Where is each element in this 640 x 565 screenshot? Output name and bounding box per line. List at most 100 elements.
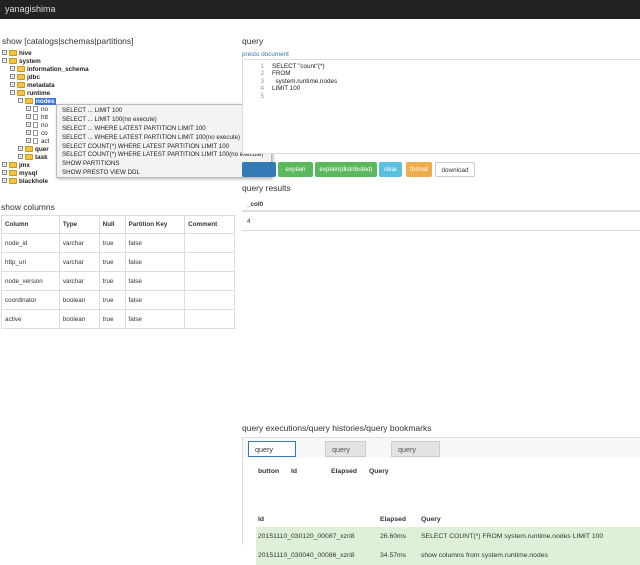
clear-button[interactable]: clear xyxy=(379,162,402,177)
table-row: active boolean true false xyxy=(1,309,235,329)
code-line[interactable]: FROM xyxy=(272,70,337,77)
tree-title: show [catalogs|schemas|partitions] xyxy=(2,36,134,46)
columns-table: Column Type Null Partition Key Comment node_… xyxy=(1,215,235,329)
tab-query-histories[interactable]: query histories xyxy=(325,441,366,470)
table-row: coordinator boolean true false xyxy=(1,290,235,310)
results-row: 4 xyxy=(242,212,640,231)
explain-distributed-button[interactable]: explain(distributed) xyxy=(315,162,377,177)
context-menu-item[interactable]: SELECT ... WHERE LATEST PARTITION LIMIT … xyxy=(57,134,271,143)
bookmark-header-button: button xyxy=(258,468,280,475)
context-menu-item[interactable]: SELECT ... LIMIT 100(no execute) xyxy=(57,116,271,125)
bookmark-header-id: Id xyxy=(291,468,298,475)
expand-icon[interactable]: + xyxy=(18,154,23,159)
table-cell: coordinator xyxy=(1,290,60,310)
expand-icon[interactable]: + xyxy=(26,130,31,135)
collapse-icon[interactable]: − xyxy=(18,98,23,103)
expand-icon[interactable]: + xyxy=(18,146,23,151)
history-title: query executions/query histories/query b… xyxy=(242,423,432,433)
folder-icon xyxy=(9,170,17,176)
tab-query-executions[interactable]: query executions xyxy=(248,441,297,470)
expand-icon[interactable]: + xyxy=(10,74,15,79)
expand-icon[interactable]: + xyxy=(2,178,7,183)
query-editor[interactable]: 12345 SELECT "count"(*) FROM system.runti… xyxy=(242,59,640,154)
tree-node[interactable]: + information_schema xyxy=(2,66,232,74)
table-cell: active xyxy=(1,309,60,329)
tree-node-label[interactable]: nodes xyxy=(35,98,56,105)
exec-elapsed: 26.60ms xyxy=(380,533,407,540)
table-row[interactable]: 20151110_030040_00086_xzri8 34.57ms show… xyxy=(256,546,640,565)
app-title[interactable]: yanagishima xyxy=(5,4,56,14)
navbar: yanagishima xyxy=(0,0,640,19)
tree-node-label[interactable]: runtime xyxy=(27,90,50,97)
table-cell: true xyxy=(98,233,126,253)
format-button[interactable]: format xyxy=(406,162,432,177)
code-line[interactable]: system.runtime.nodes xyxy=(272,78,337,85)
tree-node-label[interactable]: jmx xyxy=(19,162,30,169)
presto-document-link[interactable]: presto document xyxy=(242,51,289,58)
table-cell: node_id xyxy=(1,233,60,253)
expand-icon[interactable]: + xyxy=(26,138,31,143)
table-cell: false xyxy=(124,309,186,329)
tree-node-label[interactable]: quer xyxy=(35,146,49,153)
expand-icon[interactable]: + xyxy=(2,162,7,167)
code-line[interactable] xyxy=(272,93,337,100)
tree-node[interactable]: − system xyxy=(2,58,232,66)
tab-query-bookmarks[interactable]: query bookmarks xyxy=(391,441,441,470)
line-number: 2 xyxy=(260,70,264,78)
context-menu-item[interactable]: SELECT ... WHERE LATEST PARTITION LIMIT … xyxy=(57,125,271,134)
tree-node-label[interactable]: htt xyxy=(41,114,48,121)
context-menu-item[interactable]: SELECT COUNT(*) WHERE LATEST PARTITION L… xyxy=(57,151,271,160)
results-column-header: _col0 xyxy=(247,201,264,208)
exec-query: SELECT COUNT(*) FROM system.runtime.node… xyxy=(421,533,604,540)
expand-icon[interactable]: + xyxy=(10,66,15,71)
explain-button[interactable]: explain xyxy=(278,162,313,177)
tree-node-label[interactable]: jdbc xyxy=(27,74,40,81)
tree-node-label[interactable]: act xyxy=(41,138,49,145)
file-icon xyxy=(33,114,38,120)
collapse-icon[interactable]: − xyxy=(10,90,15,95)
tree-node[interactable]: + blackhole xyxy=(2,178,232,186)
table-cell: true xyxy=(98,290,126,310)
tree-node[interactable]: − runtime xyxy=(2,90,232,98)
tree-node-label[interactable]: blackhole xyxy=(19,178,48,185)
context-menu-item[interactable]: SHOW PRESTO VIEW DDL xyxy=(57,169,271,178)
tree-node-label[interactable]: metadata xyxy=(27,82,55,89)
history-panel: query executions query histories query b… xyxy=(242,437,640,565)
download-button[interactable]: download xyxy=(435,162,475,177)
context-menu-item[interactable]: SELECT COUNT(*) WHERE LATEST PARTITION L… xyxy=(57,143,271,152)
tree-node-label[interactable]: hive xyxy=(19,50,32,57)
table-cell xyxy=(184,271,235,291)
expand-icon[interactable]: + xyxy=(26,122,31,127)
tree-node-label[interactable]: no xyxy=(41,122,48,129)
run-button[interactable] xyxy=(242,162,276,177)
context-menu-item[interactable]: SELECT ... LIMIT 100 xyxy=(57,107,271,116)
tree-node-label[interactable]: system xyxy=(19,58,41,65)
code-line[interactable]: LIMIT 100 xyxy=(272,85,337,92)
tree-node-label[interactable]: mysql xyxy=(19,170,37,177)
expand-icon[interactable]: + xyxy=(2,50,7,55)
tree-node-label[interactable]: co xyxy=(41,130,48,137)
table-cell: boolean xyxy=(58,309,100,329)
table-cell: varchar xyxy=(58,233,100,253)
folder-icon xyxy=(9,162,17,168)
expand-icon[interactable]: + xyxy=(10,82,15,87)
table-cell: false xyxy=(124,271,186,291)
tree-node[interactable]: + jdbc xyxy=(2,74,232,82)
editor-code[interactable]: SELECT "count"(*) FROM system.runtime.nod… xyxy=(272,63,337,100)
code-line[interactable]: SELECT "count"(*) xyxy=(272,63,337,70)
table-row[interactable]: 20151110_030120_00087_xzri8 26.60ms SELE… xyxy=(256,527,640,546)
bookmark-header-query: Query xyxy=(369,468,389,475)
tree-node[interactable]: + hive xyxy=(2,50,232,58)
tree-node-label[interactable]: no xyxy=(41,106,48,113)
folder-icon xyxy=(9,58,17,64)
tree-node[interactable]: + metadata xyxy=(2,82,232,90)
context-menu-item[interactable]: SHOW PARTITIONS xyxy=(57,160,271,169)
expand-icon[interactable]: + xyxy=(2,170,7,175)
folder-icon xyxy=(25,154,33,160)
tree-node-label[interactable]: information_schema xyxy=(27,66,89,73)
expand-icon[interactable]: + xyxy=(26,106,31,111)
collapse-icon[interactable]: − xyxy=(2,58,7,63)
expand-icon[interactable]: + xyxy=(26,114,31,119)
table-cell xyxy=(184,252,235,272)
tree-node-label[interactable]: task xyxy=(35,154,48,161)
